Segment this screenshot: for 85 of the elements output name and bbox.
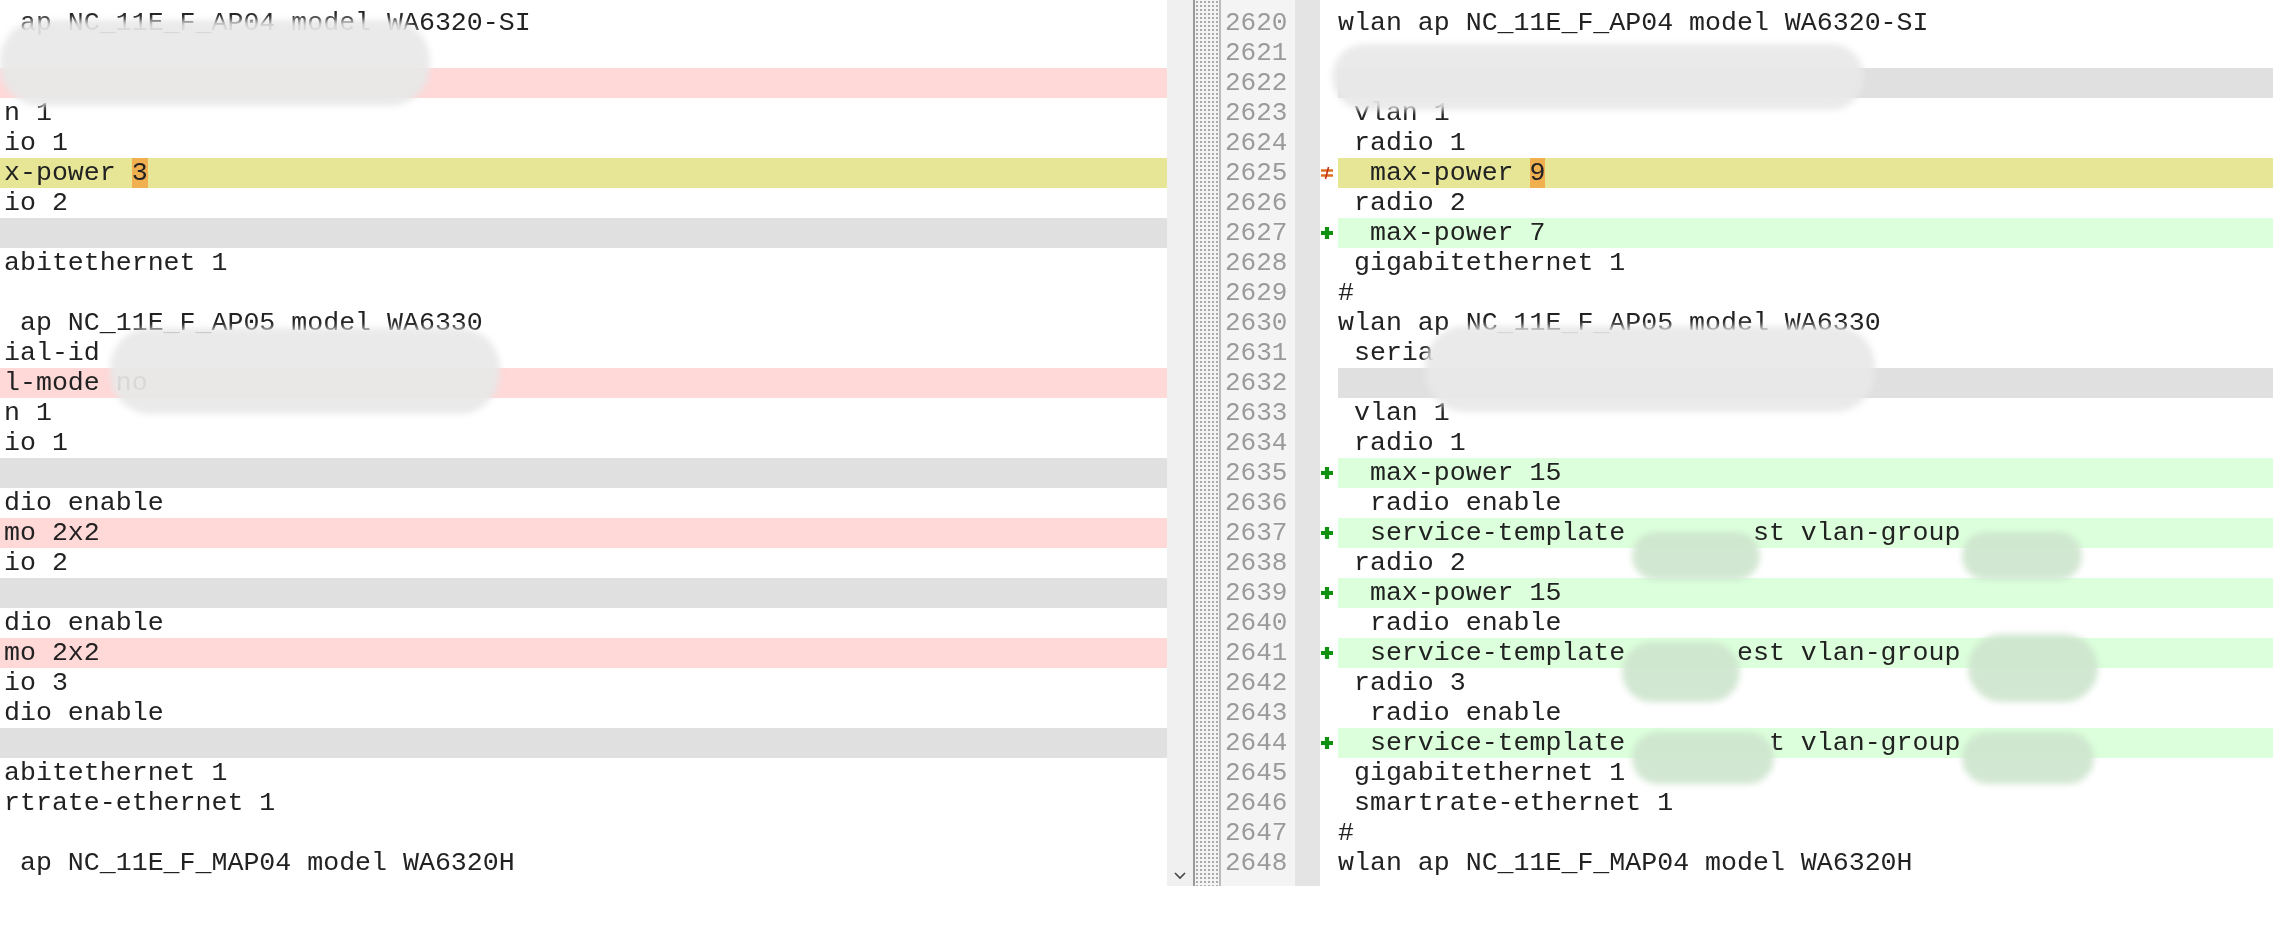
line-number: 2626 (1224, 188, 1289, 218)
code-text: smartrate-ethernet 1 (1352, 788, 1674, 818)
line-number: 2640 (1224, 608, 1289, 638)
line-number: 2624 (1224, 128, 1289, 158)
code-text: service-template st vlan-group (1368, 518, 1961, 548)
plus-icon (1320, 466, 1334, 480)
scrollbar[interactable] (1167, 0, 1193, 886)
code-text: mo 2x2 (4, 638, 100, 668)
plus-icon (1320, 646, 1334, 660)
line-number: 2629 (1224, 278, 1289, 308)
code-text: n 1 (4, 98, 52, 128)
line-number: 2630 (1224, 308, 1289, 338)
code-text: radio 1 (1352, 128, 1466, 158)
line-number: 2625 (1224, 158, 1289, 188)
code-text: dio enable (4, 488, 164, 518)
code-text: io 1 (4, 428, 68, 458)
plus-icon (1320, 526, 1334, 540)
code-text: radio enable (1368, 488, 1562, 518)
code-text: abitethernet 1 (4, 248, 228, 278)
code-text: dio enable (4, 608, 164, 638)
line-number: 2648 (1224, 848, 1289, 878)
code-text: io 1 (4, 128, 68, 158)
line-number: 2645 (1224, 758, 1289, 788)
code-text: vlan 1 (1352, 98, 1450, 128)
line-number: 2644 (1224, 728, 1289, 758)
code-text: ial-id (4, 338, 100, 368)
code-text: wlan ap NC_11E_F_AP04 model WA6320-SI (1338, 8, 1929, 38)
code-text: service-template t vlan-group (1368, 728, 1961, 758)
plus-icon (1320, 226, 1334, 240)
line-number: 2627 (1224, 218, 1289, 248)
code-text: ap NC_11E_F_AP05 model WA6330 (18, 308, 483, 338)
code-text: radio 2 (1352, 548, 1466, 578)
code-text: abitethernet 1 (4, 758, 228, 788)
code-text: radio 1 (1352, 428, 1466, 458)
plus-icon (1320, 586, 1334, 600)
code-text: n 1 (4, 398, 52, 428)
code-text: max-power 9 (1368, 158, 1546, 188)
line-number: 2622 (1224, 68, 1289, 98)
code-text: vlan 1 (1352, 398, 1450, 428)
scroll-down-icon[interactable] (1174, 872, 1186, 880)
line-number: 2623 (1224, 98, 1289, 128)
code-text: wlan ap NC_11E_F_AP05 model WA6330 (1338, 308, 1881, 338)
code-text: seria (1352, 338, 1434, 368)
code-text: # (1338, 818, 1354, 848)
line-number: 2639 (1224, 578, 1289, 608)
code-text: radio 2 (1352, 188, 1466, 218)
code-text: max-power 15 (1368, 578, 1562, 608)
code-text: gigabitethernet 1 (1352, 758, 1626, 788)
line-number: 2628 (1224, 248, 1289, 278)
code-text: max-power 15 (1368, 458, 1562, 488)
line-number: 2643 (1224, 698, 1289, 728)
code-text: io 2 (4, 548, 68, 578)
code-text: dio enable (4, 698, 164, 728)
not-equal-icon (1320, 166, 1334, 180)
plus-icon (1320, 736, 1334, 750)
code-text: ap NC_11E_F_MAP04 model WA6320H (18, 848, 515, 878)
line-number: 2647 (1224, 818, 1289, 848)
line-number: 2632 (1224, 368, 1289, 398)
code-text: radio 3 (1352, 668, 1466, 698)
line-number: 2631 (1224, 338, 1289, 368)
code-text: wlan ap NC_11E_F_MAP04 model WA6320H (1338, 848, 1913, 878)
code-text: mo 2x2 (4, 518, 100, 548)
line-number: 2637 (1224, 518, 1289, 548)
line-number: 2642 (1224, 668, 1289, 698)
code-text: radio enable (1368, 698, 1562, 728)
line-number: 2641 (1224, 638, 1289, 668)
code-text: ap NC_11E_F_AP04 model WA6320-SI (18, 8, 531, 38)
code-text: io 3 (4, 668, 68, 698)
line-number: 2636 (1224, 488, 1289, 518)
line-number: 2634 (1224, 428, 1289, 458)
line-number: 2638 (1224, 548, 1289, 578)
code-text: max-power 7 (1368, 218, 1546, 248)
code-text: io 2 (4, 188, 68, 218)
splitter[interactable] (1193, 0, 1221, 886)
line-number: 2633 (1224, 398, 1289, 428)
code-text: rtrate-ethernet 1 (4, 788, 276, 818)
code-text: radio enable (1368, 608, 1562, 638)
line-number: 2635 (1224, 458, 1289, 488)
line-number: 2646 (1224, 788, 1289, 818)
code-text: gigabitethernet 1 (1352, 248, 1626, 278)
code-text: # (1338, 278, 1354, 308)
code-text: service-template est vlan-group (1368, 638, 1961, 668)
code-text: x-power 3 (4, 158, 148, 188)
line-number: 2620 (1224, 8, 1289, 38)
line-number: 2621 (1224, 38, 1289, 68)
